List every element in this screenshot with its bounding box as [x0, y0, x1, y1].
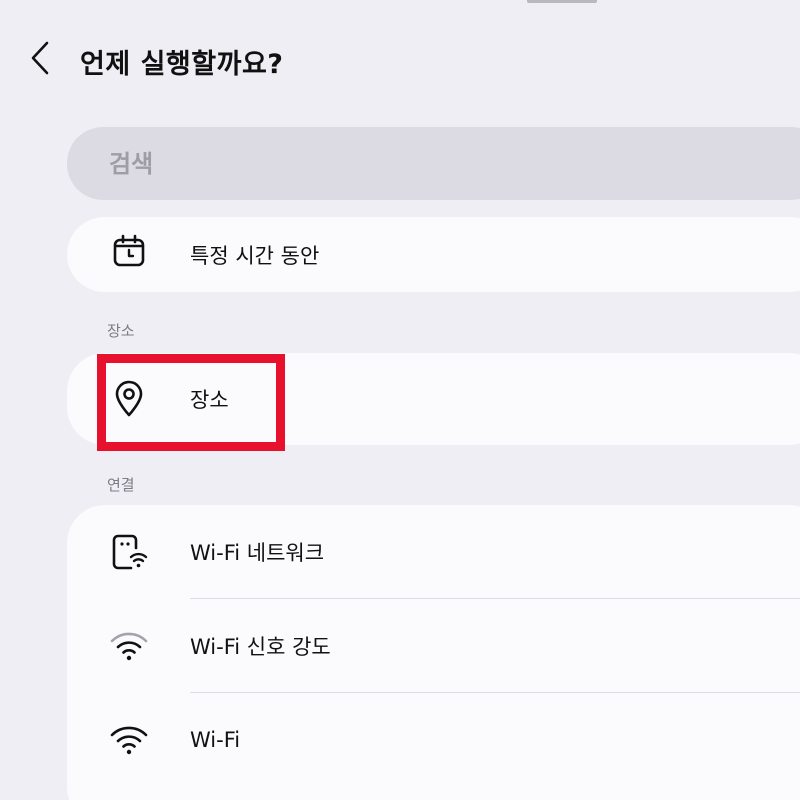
screen: 언제 실행할까요? 특정 시간 동안 장소: [0, 0, 800, 800]
search-input[interactable]: [107, 148, 800, 179]
location-pin-icon: [107, 377, 151, 421]
connection-card: Wi-Fi 네트워크 Wi-Fi 신호 강도 Wi-Fi: [67, 505, 800, 800]
calendar-clock-icon: [107, 229, 151, 273]
list-item-wifi[interactable]: Wi-Fi: [67, 693, 800, 787]
list-item-label: 장소: [190, 388, 229, 412]
list-item-wifi-network[interactable]: Wi-Fi 네트워크: [67, 505, 800, 599]
page-title: 언제 실행할까요?: [80, 49, 284, 80]
wifi-signal-icon: [107, 624, 151, 668]
wifi-icon: [107, 718, 151, 762]
list-item-label: Wi-Fi: [190, 728, 241, 752]
time-card: 특정 시간 동안: [67, 217, 800, 292]
section-label-connection: 연결: [107, 476, 135, 494]
header: 언제 실행할까요?: [0, 30, 800, 90]
search-bar[interactable]: [67, 127, 800, 200]
section-label-location: 장소: [107, 322, 135, 340]
list-item-label: Wi-Fi 네트워크: [190, 541, 325, 565]
location-card: 장소: [67, 353, 800, 445]
list-item-specific-time[interactable]: 특정 시간 동안: [67, 217, 800, 292]
list-item-label: 특정 시간 동안: [190, 243, 320, 268]
back-button[interactable]: [20, 38, 60, 78]
list-item-wifi-signal-strength[interactable]: Wi-Fi 신호 강도: [67, 599, 800, 693]
top-indicator: [527, 0, 597, 3]
list-item-location[interactable]: 장소: [67, 353, 800, 445]
phone-wifi-icon: [107, 530, 151, 574]
list-item-label: Wi-Fi 신호 강도: [190, 635, 331, 659]
chevron-left-icon: [31, 41, 49, 75]
